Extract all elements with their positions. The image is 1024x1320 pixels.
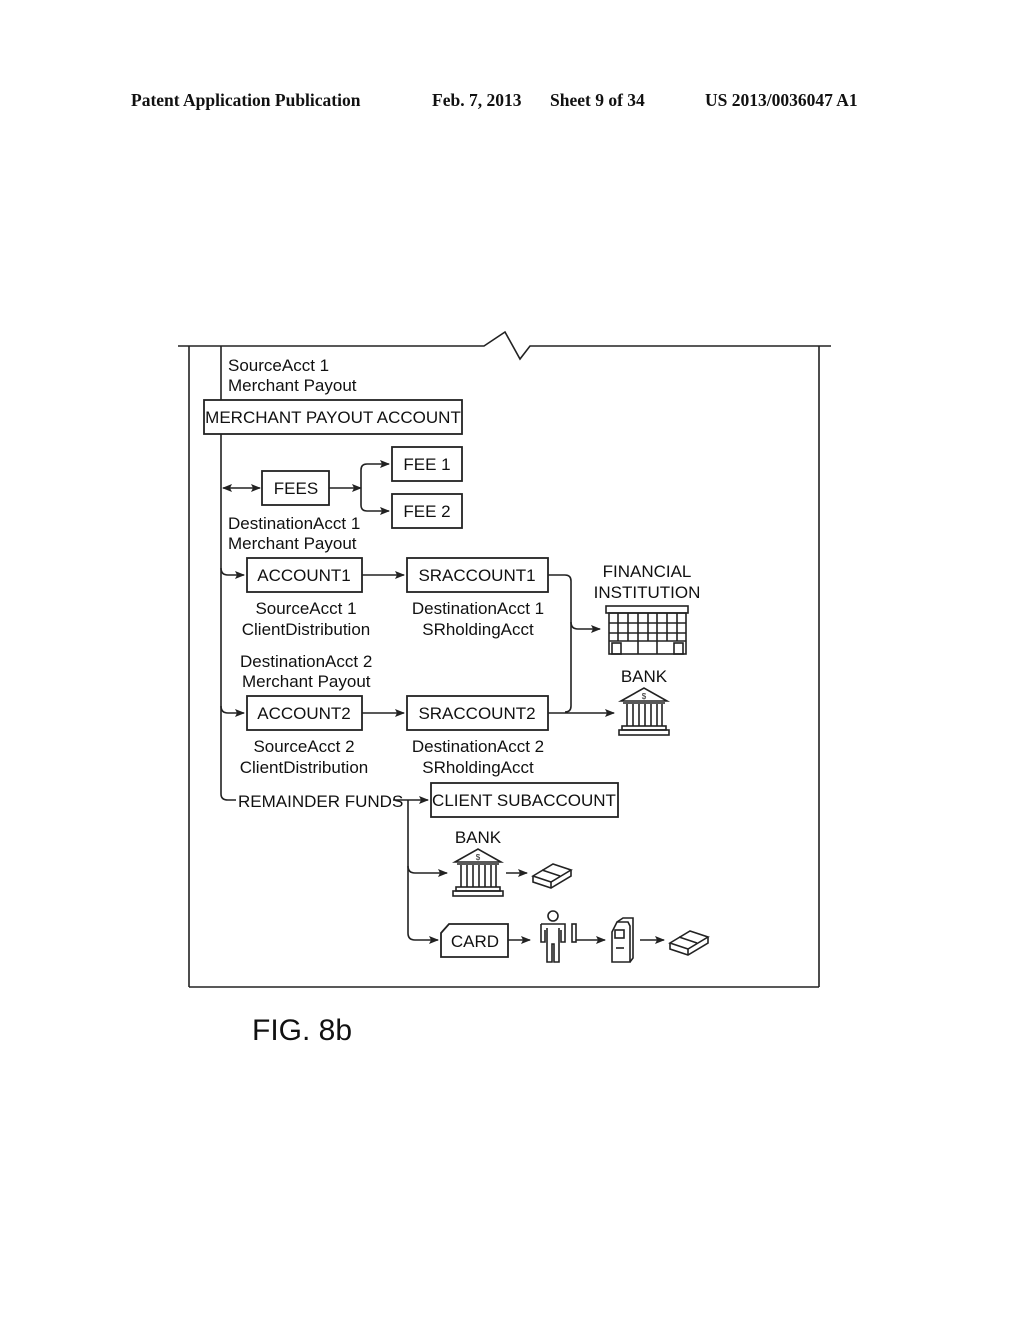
sraccount1-sub-2: SRholdingAcct <box>422 620 534 639</box>
fee1-box: FEE 1 <box>391 446 463 482</box>
remainder-funds-label: REMAINDER FUNDS <box>238 792 403 811</box>
merchant-payout-account-label: MERCHANT PAYOUT ACCOUNT <box>205 408 461 427</box>
sraccount2-sub-2: SRholdingAcct <box>422 758 534 777</box>
sraccount1-label: SRACCOUNT1 <box>418 566 535 585</box>
to-financial-institution-arrow <box>570 621 601 633</box>
sraccount1-sub-1: DestinationAcct 1 <box>412 599 544 618</box>
source-acct-label-1: SourceAcct 1 <box>228 356 329 375</box>
source-acct-label-2: Merchant Payout <box>228 376 357 395</box>
atm-icon <box>611 917 634 963</box>
svg-text:$: $ <box>476 853 481 862</box>
sraccount2-box: SRACCOUNT2 <box>406 695 549 731</box>
fee1-arrow <box>360 460 390 488</box>
bank-label: BANK <box>621 667 668 686</box>
to-card-arrow <box>407 932 439 944</box>
sraccount2-label: SRACCOUNT2 <box>418 704 535 723</box>
account2-arrow <box>220 705 245 717</box>
sraccount2-sub-1: DestinationAcct 2 <box>412 737 544 756</box>
fee2-arrow <box>360 488 390 515</box>
sraccount-connector <box>548 574 572 713</box>
bank2-label: BANK <box>455 828 502 847</box>
fees-box: FEES <box>261 470 330 506</box>
client-subaccount-label: CLIENT SUBACCOUNT <box>432 791 616 810</box>
cash-icon <box>668 930 710 956</box>
svg-text:$: $ <box>642 692 647 701</box>
sraccount1-box: SRACCOUNT1 <box>406 557 549 593</box>
account2-sub-1: SourceAcct 2 <box>253 737 354 756</box>
account1-sub-2: ClientDistribution <box>242 620 371 639</box>
financial-institution-label-2: INSTITUTION <box>594 583 701 602</box>
account1-label: ACCOUNT1 <box>257 566 351 585</box>
account2-sub-2: ClientDistribution <box>240 758 369 777</box>
person-icon <box>540 910 577 963</box>
building-icon <box>605 605 689 655</box>
dest1-label-2: Merchant Payout <box>228 534 357 553</box>
account1-arrow <box>220 567 245 579</box>
financial-institution-label-1: FINANCIAL <box>603 562 692 581</box>
fee2-label: FEE 2 <box>403 502 450 521</box>
account2-box: ACCOUNT2 <box>246 695 363 731</box>
account2-label: ACCOUNT2 <box>257 704 351 723</box>
fee2-box: FEE 2 <box>391 493 463 529</box>
client-subaccount-box: CLIENT SUBACCOUNT <box>430 782 619 818</box>
card-label: CARD <box>451 932 499 951</box>
fees-label: FEES <box>274 479 318 498</box>
cash-icon <box>531 863 573 889</box>
dest2-label-2: Merchant Payout <box>242 672 371 691</box>
dest1-label-1: DestinationAcct 1 <box>228 514 360 533</box>
bank-icon: $ <box>617 687 671 736</box>
to-bank2-arrow <box>407 865 448 877</box>
bank-icon: $ <box>451 848 505 897</box>
trunk-to-remainder <box>220 793 236 801</box>
card-icon: CARD <box>440 923 509 958</box>
flow-diagram: SourceAcct 1 Merchant Payout MERCHANT PA… <box>178 330 831 1047</box>
account1-sub-1: SourceAcct 1 <box>255 599 356 618</box>
account1-box: ACCOUNT1 <box>246 557 363 593</box>
dest2-label-1: DestinationAcct 2 <box>240 652 372 671</box>
merchant-payout-account-box: MERCHANT PAYOUT ACCOUNT <box>203 399 463 435</box>
fee1-label: FEE 1 <box>403 455 450 474</box>
figure-label: FIG. 8b <box>252 1014 352 1047</box>
